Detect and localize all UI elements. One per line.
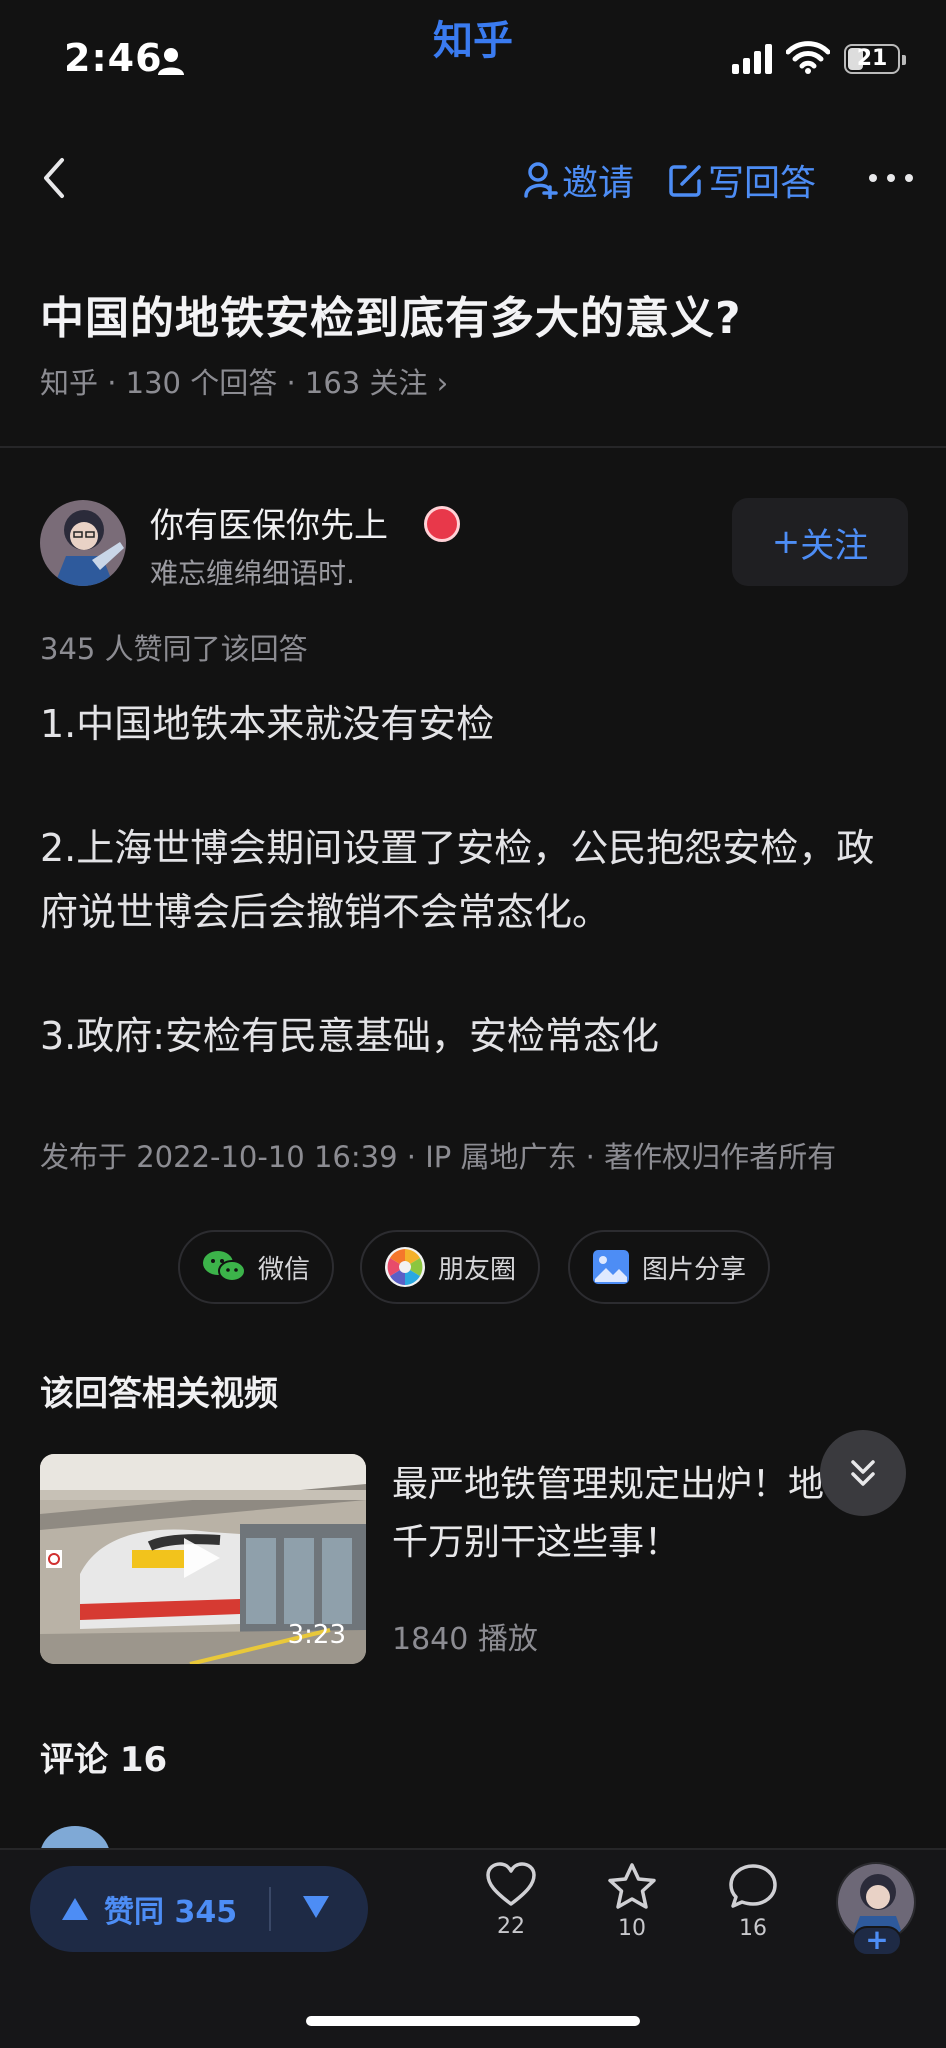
heart-icon bbox=[486, 1862, 536, 1906]
follow-label: 关注 bbox=[800, 525, 869, 566]
share-moments-button[interactable]: 朋友圈 bbox=[360, 1230, 541, 1304]
comment-bubble-icon bbox=[729, 1864, 777, 1908]
battery-level: 21 bbox=[856, 46, 888, 71]
home-indicator[interactable] bbox=[306, 2016, 640, 2026]
comments-title: 评论 16 bbox=[40, 1740, 168, 1780]
follow-button[interactable]: + 关注 bbox=[732, 498, 908, 586]
question-meta[interactable]: 知乎 · 130 个回答 · 163 关注 › bbox=[40, 360, 448, 402]
video-plays: 1840 播放 bbox=[392, 1622, 538, 1657]
vote-separator bbox=[269, 1887, 272, 1931]
comment-button[interactable]: 16 bbox=[708, 1862, 798, 1941]
scroll-down-button[interactable] bbox=[820, 1430, 906, 1516]
chevron-right-icon: › bbox=[436, 366, 449, 400]
triangle-down-icon bbox=[303, 1896, 330, 1918]
write-answer-button[interactable]: 写回答 bbox=[668, 154, 816, 206]
thumbs-up-badge-icon bbox=[424, 506, 460, 542]
more-icon[interactable] bbox=[866, 160, 916, 196]
plus-icon: + bbox=[771, 522, 801, 562]
share-image-label: 图片分享 bbox=[642, 1254, 747, 1285]
share-wechat-button[interactable]: 微信 bbox=[178, 1230, 335, 1304]
answer-paragraph: 2.上海世博会期间设置了安检，公民抱怨安检，政府说世博会后会撤销不会常态化。 bbox=[40, 826, 875, 934]
invite-label: 邀请 bbox=[562, 163, 635, 204]
upvote-label: 赞同 345 bbox=[104, 1895, 238, 1930]
person-icon bbox=[158, 48, 184, 75]
triangle-up-icon bbox=[62, 1898, 88, 1920]
favorite-count: 10 bbox=[618, 1916, 646, 1941]
comment-count: 16 bbox=[739, 1916, 767, 1941]
moments-icon bbox=[385, 1247, 425, 1287]
divider bbox=[0, 446, 946, 448]
vote-pill: 赞同 345 bbox=[30, 1866, 368, 1952]
play-icon bbox=[184, 1538, 220, 1578]
share-wechat-label: 微信 bbox=[258, 1254, 311, 1285]
double-chevron-down-icon bbox=[851, 1460, 875, 1486]
author-bio: 难忘缠绵细语时. bbox=[150, 557, 355, 590]
answer-content: 1.中国地铁本来就没有安检 2.上海世博会期间设置了安检，公民抱怨安检，政府说世… bbox=[40, 692, 900, 1128]
like-count: 22 bbox=[497, 1914, 525, 1939]
like-button[interactable]: 22 bbox=[466, 1862, 556, 1939]
status-time: 2:46 bbox=[64, 36, 163, 80]
cellular-signal-icon bbox=[732, 44, 772, 74]
video-thumbnail[interactable]: 3:23 bbox=[40, 1454, 366, 1664]
answer-paragraph: 1.中国地铁本来就没有安检 bbox=[40, 702, 495, 746]
wechat-icon bbox=[203, 1251, 246, 1282]
question-title[interactable]: 中国的地铁安检到底有多大的意义? bbox=[40, 282, 742, 346]
plus-icon[interactable]: + bbox=[852, 1926, 902, 1956]
answer-paragraph: 3.政府:安检有民意基础，安检常态化 bbox=[40, 1014, 660, 1058]
write-answer-label: 写回答 bbox=[708, 163, 817, 204]
publish-info: 发布于 2022-10-10 16:39 · IP 属地广东 · 著作权归作者所… bbox=[40, 1140, 837, 1174]
question-meta-text: 知乎 · 130 个回答 · 163 关注 bbox=[40, 366, 428, 400]
related-videos-title: 该回答相关视频 bbox=[40, 1374, 278, 1414]
author-name[interactable]: 你有医保你先上 bbox=[150, 498, 388, 547]
votes-line: 345 人赞同了该回答 bbox=[40, 632, 308, 666]
upvote-button[interactable]: 赞同 345 bbox=[30, 1887, 237, 1931]
share-image-button[interactable]: 图片分享 bbox=[568, 1230, 771, 1304]
edit-icon bbox=[669, 165, 701, 197]
image-icon bbox=[593, 1250, 629, 1284]
back-arrow-icon[interactable] bbox=[34, 150, 74, 206]
star-icon bbox=[608, 1863, 656, 1909]
downvote-button[interactable] bbox=[301, 1894, 331, 1924]
author-avatar[interactable] bbox=[40, 500, 126, 586]
wifi-icon bbox=[786, 41, 830, 74]
favorite-button[interactable]: 10 bbox=[587, 1862, 677, 1941]
battery-indicator: 21 bbox=[844, 44, 906, 74]
invite-button[interactable]: 邀请 bbox=[524, 154, 634, 206]
share-moments-label: 朋友圈 bbox=[438, 1254, 517, 1285]
video-duration: 3:23 bbox=[287, 1620, 346, 1650]
invite-user-icon bbox=[524, 162, 558, 199]
